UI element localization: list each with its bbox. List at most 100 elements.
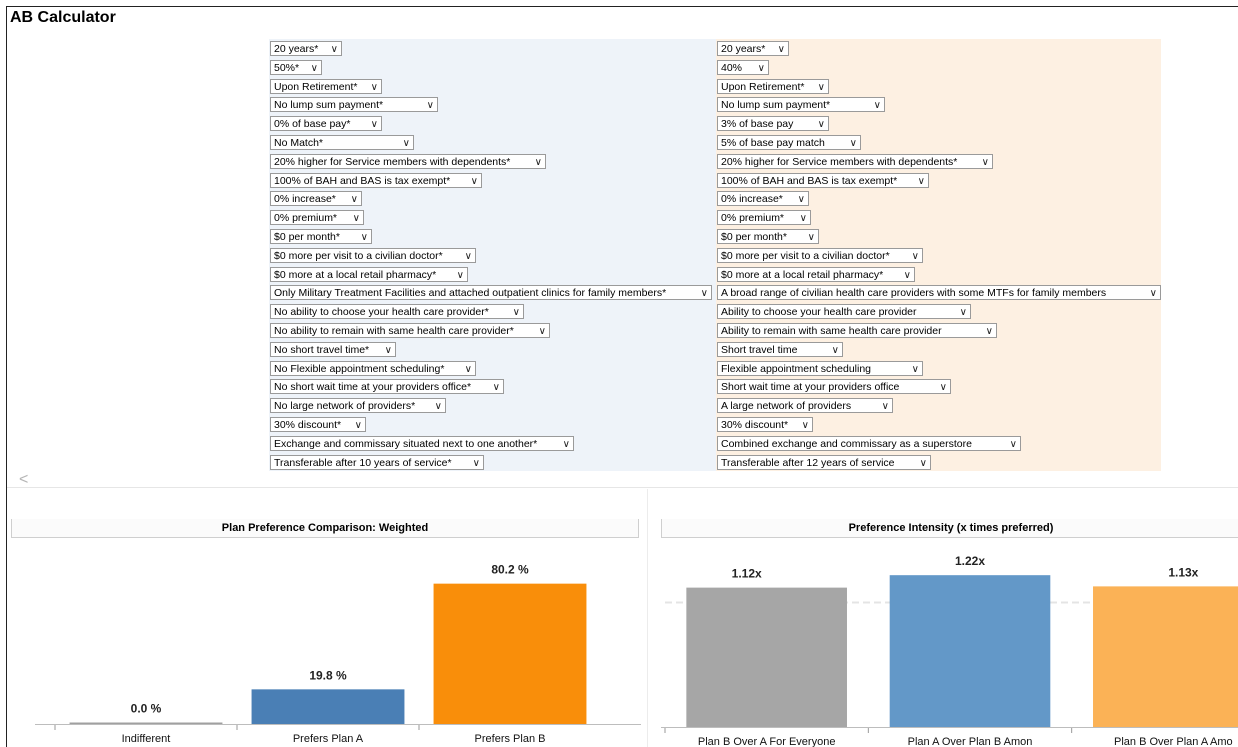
plan-b-select[interactable]: A large network of providers ∨	[717, 398, 893, 414]
plan-b-select[interactable]: $0 more per visit to a civilian doctor* ∨	[717, 247, 923, 263]
chevron-down-icon: ∨	[985, 326, 993, 337]
chart-bar	[433, 583, 587, 724]
category-label: Plan B Over Plan A Among B-Preferers	[1114, 736, 1233, 747]
select-value: Ability to choose your health care provi…	[721, 306, 917, 319]
chevron-down-icon: ∨	[472, 457, 480, 469]
chevron-down-icon: ∨	[801, 420, 809, 431]
plan-b-select[interactable]: Combined exchange and commissary as a su…	[717, 435, 1021, 451]
data-label: 19.8 %	[309, 668, 347, 682]
select-value: 100% of BAH and BAS is tax exempt*	[274, 174, 451, 187]
chevron-down-icon: ∨	[700, 288, 708, 300]
plan-b-select[interactable]: 20% higher for Service members with depe…	[717, 153, 993, 169]
select-value: No lump sum payment*	[721, 99, 831, 112]
chevron-down-icon: ∨	[797, 194, 805, 206]
data-label: 80.2 %	[491, 563, 529, 577]
plan-a-select[interactable]: No ability to choose your health care pr…	[270, 304, 524, 320]
plan-b-select[interactable]: 5% of base pay match ∨	[717, 135, 861, 150]
chart-bar	[251, 689, 405, 724]
plan-b-select[interactable]: Ability to choose your health care provi…	[717, 304, 971, 320]
plan-a-select[interactable]: 0% increase* ∨	[270, 191, 362, 207]
chevron-down-icon: ∨	[562, 438, 570, 450]
plan-b-select[interactable]: $0 per month* ∨	[717, 229, 819, 244]
plan-a-select[interactable]: No short wait time at your providers off…	[270, 379, 504, 395]
plan-b-select[interactable]: $0 more at a local retail pharmacy* ∨	[717, 266, 915, 282]
plan-a-select[interactable]: No Match* ∨	[270, 135, 414, 150]
plan-b-select[interactable]: 3% of base pay ∨	[717, 116, 829, 132]
section-divider	[7, 487, 1238, 488]
data-label: 1.22x	[955, 554, 985, 568]
plan-a-select[interactable]: 0% of base pay* ∨	[270, 116, 382, 132]
plan-a-select[interactable]: 0% premium* ∨	[270, 210, 364, 226]
plan-a-select[interactable]: Exchange and commissary situated next to…	[270, 435, 574, 451]
plan-a-select[interactable]: No Flexible appointment scheduling* ∨	[270, 360, 476, 376]
plan-a-select[interactable]: No large network of providers* ∨	[270, 398, 446, 414]
select-value: A broad range of civilian health care pr…	[721, 287, 1107, 300]
select-value: $0 per month*	[274, 231, 340, 243]
plan-a-select[interactable]: Only Military Treatment Facilities and a…	[270, 285, 712, 301]
select-value: No short travel time*	[274, 343, 370, 356]
plan-a-select[interactable]: No ability to remain with same health ca…	[270, 323, 550, 338]
chevron-down-icon: ∨	[470, 175, 478, 187]
select-value: No ability to choose your health care pr…	[274, 306, 489, 319]
plan-a-select[interactable]: 30% discount* ∨	[270, 417, 366, 432]
plan-a-select[interactable]: Upon Retirement* ∨	[270, 78, 382, 94]
plan-a-select[interactable]: $0 more at a local retail pharmacy* ∨	[270, 266, 468, 282]
plan-a-select[interactable]: 100% of BAH and BAS is tax exempt* ∨	[270, 172, 482, 188]
plan-b-select[interactable]: 0% premium* ∨	[717, 210, 811, 226]
plan-b-select[interactable]: 20 years* ∨	[717, 41, 789, 56]
select-value: $0 more at a local retail pharmacy*	[274, 268, 437, 281]
plan-a-select[interactable]: 20% higher for Service members with depe…	[270, 153, 546, 169]
chevron-down-icon: ∨	[799, 213, 807, 225]
category-label: Plan B Over A For Everyone	[698, 736, 836, 747]
chevron-down-icon: ∨	[903, 269, 911, 281]
select-value: $0 more per visit to a civilian doctor*	[274, 249, 443, 262]
plan-a-select[interactable]: $0 more per visit to a civilian doctor* ∨	[270, 247, 476, 263]
plan-a-select[interactable]: $0 per month* ∨	[270, 229, 372, 244]
plan-b-select[interactable]: No lump sum payment* ∨	[717, 97, 885, 113]
chevron-down-icon: ∨	[370, 81, 378, 93]
chevron-down-icon: ∨	[352, 213, 360, 225]
plan-a-select[interactable]: 50%* ∨	[270, 59, 322, 75]
chevron-down-icon: ∨	[911, 250, 919, 262]
chevron-down-icon: ∨	[873, 100, 881, 112]
plan-b-select[interactable]: 30% discount* ∨	[717, 417, 813, 432]
category-label: Prefers Plan A	[293, 733, 364, 745]
select-value: 20 years*	[721, 43, 766, 55]
plan-b-select[interactable]: Short travel time ∨	[717, 341, 843, 357]
plan-b-select[interactable]: 40% ∨	[717, 59, 769, 75]
chevron-down-icon: ∨	[849, 138, 857, 149]
select-value: No Flexible appointment scheduling*	[274, 362, 445, 375]
plan-b-select[interactable]: A broad range of civilian health care pr…	[717, 285, 1161, 301]
select-value: $0 per month*	[721, 231, 787, 243]
plan-preference-chart: 0.0 % Indifferent 19.8 % Prefers Plan A 80.2…	[35, 563, 641, 745]
select-value: No Match*	[274, 137, 324, 149]
select-value: Upon Retirement*	[721, 80, 805, 93]
plan-a-select[interactable]: 20 years* ∨	[270, 41, 342, 56]
select-value: Combined exchange and commissary as a su…	[721, 437, 972, 450]
plan-a-select[interactable]: Transferable after 10 years of service* ∨	[270, 454, 484, 470]
chevron-down-icon: ∨	[881, 401, 889, 413]
select-value: Flexible appointment scheduling	[721, 362, 872, 375]
select-value: No short wait time at your providers off…	[274, 381, 472, 394]
select-value: 100% of BAH and BAS is tax exempt*	[721, 174, 898, 187]
select-value: 0% increase*	[721, 193, 783, 206]
chevron-down-icon: ∨	[360, 232, 368, 243]
chart-bar	[889, 575, 1051, 727]
select-value: No lump sum payment*	[274, 99, 384, 112]
plan-b-select[interactable]: 100% of BAH and BAS is tax exempt* ∨	[717, 172, 929, 188]
plan-b-select[interactable]: Upon Retirement* ∨	[717, 78, 829, 94]
plan-b-select[interactable]: Short wait time at your providers office…	[717, 379, 951, 395]
plan-a-select[interactable]: No lump sum payment* ∨	[270, 97, 438, 113]
select-value: No ability to remain with same health ca…	[274, 325, 514, 337]
select-value: Exchange and commissary situated next to…	[274, 437, 538, 450]
select-value: 50%*	[274, 61, 300, 74]
plan-b-select[interactable]: 0% increase* ∨	[717, 191, 809, 207]
app-window: AB Calculator Retirement Pay Service Qua…	[6, 6, 1238, 747]
plan-b-select[interactable]: Flexible appointment scheduling ∨	[717, 360, 923, 376]
select-value: No large network of providers*	[274, 400, 416, 413]
chevron-down-icon: ∨	[354, 420, 362, 431]
plan-b-select[interactable]: Transferable after 12 years of service ∨	[717, 454, 931, 470]
plan-b-select[interactable]: Ability to remain with same health care …	[717, 323, 997, 338]
chevron-down-icon: ∨	[807, 232, 815, 243]
plan-a-select[interactable]: No short travel time* ∨	[270, 341, 396, 357]
